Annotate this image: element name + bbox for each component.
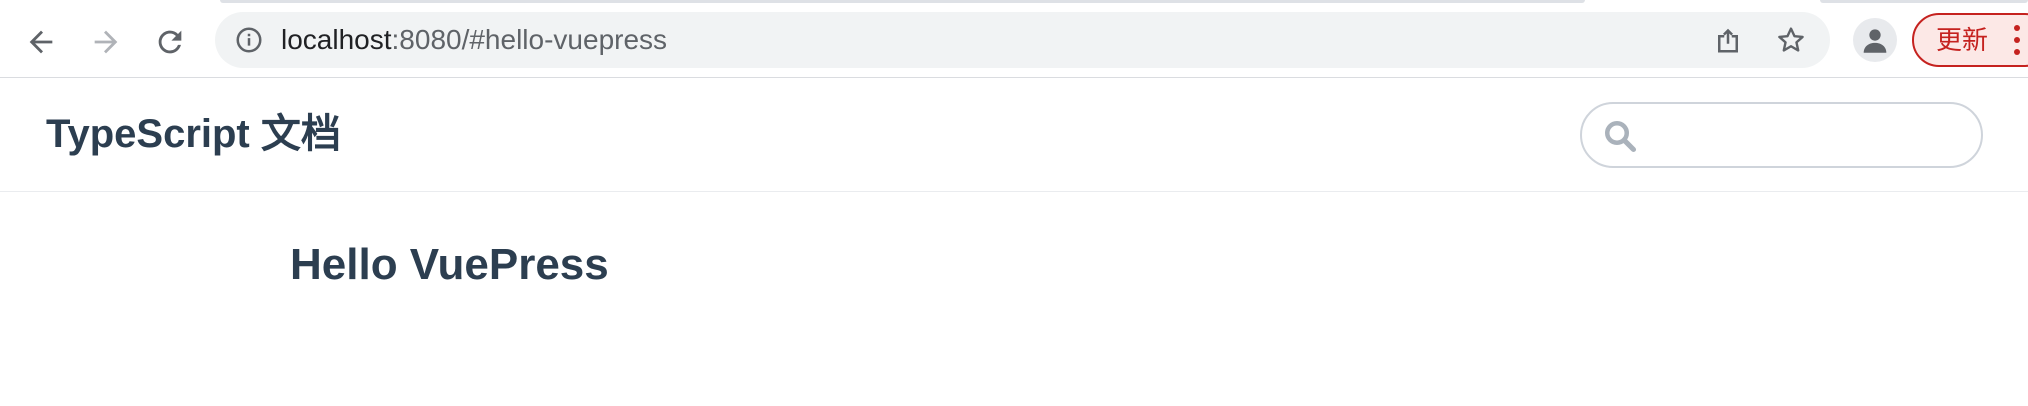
page-heading: Hello VuePress bbox=[290, 240, 609, 289]
profile-button[interactable] bbox=[1853, 18, 1897, 62]
share-icon bbox=[1718, 28, 1738, 53]
search-box[interactable] bbox=[1580, 102, 1983, 168]
url-text[interactable]: localhost:8080/#hello-vuepress bbox=[281, 12, 667, 68]
update-button[interactable]: 更新 bbox=[1912, 13, 2028, 67]
update-label: 更新 bbox=[1936, 25, 1989, 55]
share-button[interactable] bbox=[1710, 22, 1746, 58]
site-title-link[interactable]: TypeScript 文档 bbox=[46, 78, 341, 191]
forward-button[interactable] bbox=[82, 18, 130, 66]
kebab-menu-icon bbox=[2014, 25, 2022, 55]
bookmark-button[interactable] bbox=[1773, 22, 1809, 58]
reload-button[interactable] bbox=[146, 18, 194, 66]
url-host: localhost bbox=[281, 24, 392, 55]
search-icon bbox=[1605, 121, 1637, 153]
site-info-button[interactable] bbox=[231, 22, 267, 58]
url-path: :8080/#hello-vuepress bbox=[391, 24, 668, 55]
reload-icon bbox=[158, 30, 182, 54]
back-button[interactable] bbox=[17, 18, 65, 66]
browser-toolbar: localhost:8080/#hello-vuepress 更新 bbox=[0, 0, 2028, 78]
address-bar[interactable]: localhost:8080/#hello-vuepress bbox=[215, 12, 1830, 68]
star-icon bbox=[1778, 27, 1804, 52]
info-icon bbox=[236, 27, 262, 53]
arrow-left-icon bbox=[29, 30, 53, 54]
person-icon bbox=[1863, 29, 1887, 53]
tab-strip-edge bbox=[1820, 0, 2028, 3]
search-input[interactable] bbox=[1646, 112, 1970, 160]
tab-strip-edge bbox=[220, 0, 1585, 3]
arrow-right-icon bbox=[94, 30, 118, 54]
site-navbar: TypeScript 文档 bbox=[0, 78, 2028, 192]
